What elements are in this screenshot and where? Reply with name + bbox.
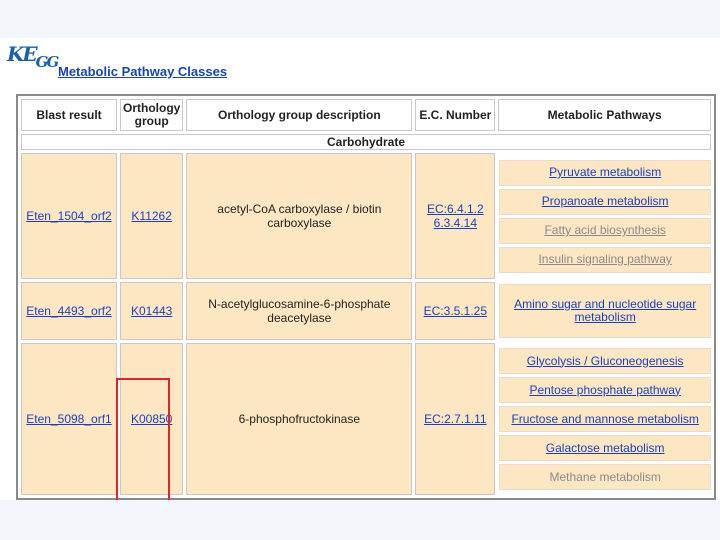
- pathway-table: Blast result Orthology group Orthology g…: [16, 94, 716, 500]
- blast-result-cell: Eten_5098_orf1: [21, 343, 117, 495]
- pathways-cell: Pyruvate metabolism Propanoate metabolis…: [498, 153, 711, 279]
- kegg-page: KEGG Metabolic Pathway Classes Blast res…: [0, 38, 720, 500]
- orthology-group-link[interactable]: K00850: [131, 412, 172, 426]
- blast-result-link[interactable]: Eten_5098_orf1: [26, 412, 111, 426]
- header-orthology-description: Orthology group description: [186, 99, 413, 131]
- header-metabolic-pathways: Metabolic Pathways: [498, 99, 711, 131]
- ec-number-cell: EC:2.7.1.11: [415, 343, 496, 495]
- pathway-link[interactable]: Fructose and mannose metabolism: [499, 406, 711, 432]
- pathway-link[interactable]: Fatty acid biosynthesis: [499, 217, 711, 244]
- pathway-link[interactable]: Pentose phosphate pathway: [499, 377, 711, 403]
- pathway-link[interactable]: Galactose metabolism: [499, 435, 711, 461]
- table-row: Eten_4493_orf2 K01443 N-acetylglucosamin…: [21, 282, 711, 340]
- ec-number-link[interactable]: EC:3.5.1.25: [424, 304, 487, 318]
- orthology-group-link[interactable]: K01443: [131, 304, 172, 318]
- header-orthology-group: Orthology group: [120, 99, 184, 131]
- section-row: Carbohydrate: [21, 134, 711, 150]
- header-ec-number: E.C. Number: [415, 99, 496, 131]
- pathways-cell: Amino sugar and nucleotide sugar metabol…: [498, 282, 711, 340]
- orthology-group-cell: K11262: [120, 153, 184, 279]
- page-title[interactable]: Metabolic Pathway Classes: [58, 64, 227, 79]
- pathways-cell: Glycolysis / Gluconeogenesis Pentose pho…: [498, 343, 711, 495]
- pathway-link[interactable]: Glycolysis / Gluconeogenesis: [499, 348, 711, 374]
- logo-small: GG: [35, 53, 60, 71]
- section-title: Carbohydrate: [21, 134, 711, 150]
- description-cell: acetyl-CoA carboxylase / biotin carboxyl…: [186, 153, 413, 279]
- blast-result-link[interactable]: Eten_4493_orf2: [26, 304, 111, 318]
- pathway-link[interactable]: Pyruvate metabolism: [499, 159, 711, 186]
- ec-number-link[interactable]: EC:2.7.1.11: [424, 412, 486, 426]
- pathway-link[interactable]: Amino sugar and nucleotide sugar metabol…: [499, 284, 711, 338]
- description-cell: N-acetylglucosamine-6-phosphate deacetyl…: [186, 282, 413, 340]
- header-row: Blast result Orthology group Orthology g…: [21, 99, 711, 131]
- header-blast-result: Blast result: [21, 99, 117, 131]
- ec-number-cell: EC:3.5.1.25: [415, 282, 496, 340]
- ec-number-cell: EC:6.4.1.2 6.3.4.14: [415, 153, 496, 279]
- table-row: Eten_5098_orf1 K00850 6-phosphofructokin…: [21, 343, 711, 495]
- ec-number-link[interactable]: EC:6.4.1.2 6.3.4.14: [427, 202, 484, 230]
- orthology-group-cell: K00850: [120, 343, 184, 495]
- orthology-group-cell: K01443: [120, 282, 184, 340]
- pathway-text: Methane metabolism: [499, 464, 711, 490]
- orthology-group-link[interactable]: K11262: [131, 209, 171, 223]
- table-row: Eten_1504_orf2 K11262 acetyl-CoA carboxy…: [21, 153, 711, 279]
- pathway-link[interactable]: Insulin signaling pathway: [499, 246, 711, 273]
- pathway-link[interactable]: Propanoate metabolism: [499, 188, 711, 215]
- blast-result-cell: Eten_1504_orf2: [21, 153, 117, 279]
- blast-result-cell: Eten_4493_orf2: [21, 282, 117, 340]
- description-cell: 6-phosphofructokinase: [186, 343, 413, 495]
- blast-result-link[interactable]: Eten_1504_orf2: [26, 209, 111, 223]
- kegg-logo[interactable]: KEGG: [7, 42, 59, 70]
- logo-main: KE: [7, 42, 38, 66]
